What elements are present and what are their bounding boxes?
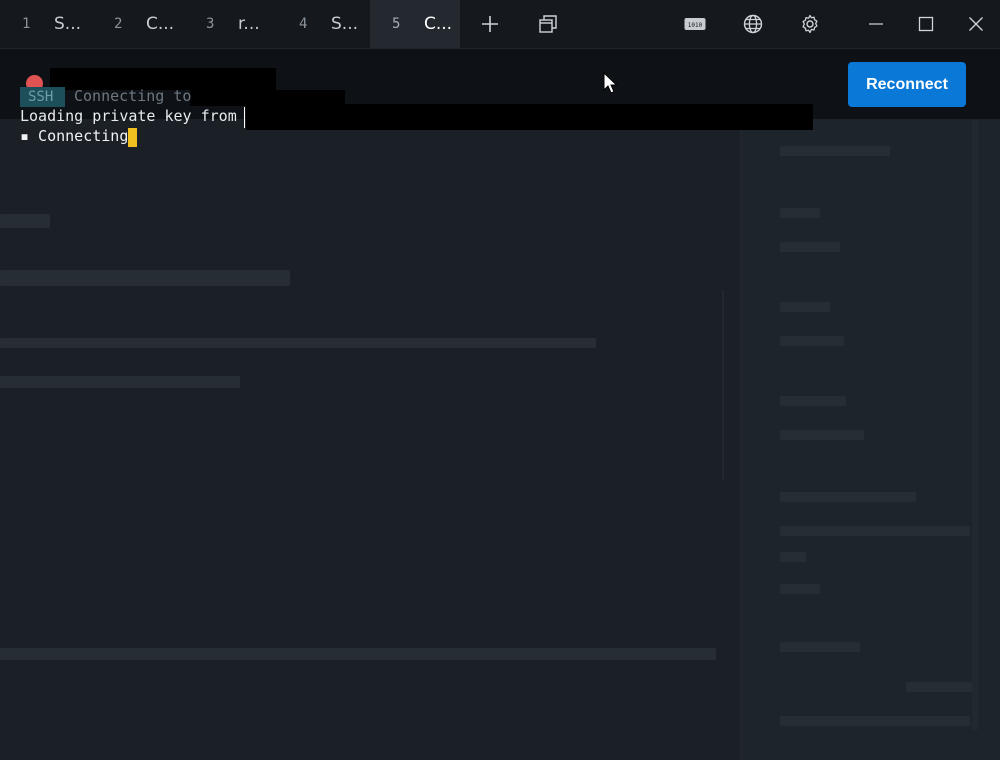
- connecting-to-text: Connecting to: [74, 87, 192, 105]
- tab-title: C...: [146, 14, 175, 34]
- maximize-icon[interactable]: [914, 12, 938, 36]
- scrollbar[interactable]: [972, 120, 978, 730]
- ghost-text: [0, 214, 50, 228]
- ghost-text: [780, 492, 916, 502]
- ghost-text: [780, 146, 890, 156]
- ghost-text: [780, 642, 860, 652]
- tab-1[interactable]: 1 S...: [0, 0, 90, 48]
- ghost-text: [780, 208, 820, 218]
- tab-3[interactable]: 3 r...: [184, 0, 274, 48]
- close-icon[interactable]: [964, 12, 988, 36]
- ghost-text: [0, 648, 716, 660]
- tab-2[interactable]: 2 C...: [92, 0, 182, 48]
- ghost-text: [780, 430, 864, 440]
- svg-text:1010: 1010: [688, 22, 703, 29]
- tab-number: 4: [299, 16, 308, 32]
- divider: [722, 290, 724, 480]
- ghost-text: [780, 302, 830, 312]
- tab-4[interactable]: 4 S...: [277, 0, 367, 48]
- text-caret: [244, 107, 245, 128]
- reconnect-button[interactable]: Reconnect: [848, 62, 966, 107]
- tab-bar: 1 S... 2 C... 3 r... 4 S... 5 C... 1010: [0, 0, 1000, 49]
- tab-number: 5: [392, 16, 401, 32]
- windows-stack-icon[interactable]: [536, 12, 560, 36]
- gear-icon[interactable]: [798, 12, 822, 36]
- plus-icon[interactable]: [478, 12, 502, 36]
- tab-number: 1: [22, 16, 31, 32]
- ghost-text: [780, 716, 970, 726]
- ghost-text: [0, 376, 240, 388]
- ghost-text: [780, 584, 820, 594]
- terminal-cursor: [128, 128, 137, 147]
- redacted-block: [246, 104, 813, 130]
- tab-title: C...: [424, 14, 453, 34]
- minimize-icon[interactable]: [864, 12, 888, 36]
- ghost-text: [780, 526, 970, 536]
- tab-5[interactable]: 5 C...: [370, 0, 460, 48]
- tab-title: S...: [331, 14, 359, 34]
- tab-title: r...: [238, 14, 260, 34]
- binary-keyboard-icon[interactable]: 1010: [683, 12, 707, 36]
- ghost-text: [780, 396, 846, 406]
- ghost-text: [780, 336, 844, 346]
- loading-key-text: Loading private key from: [20, 107, 237, 125]
- ghost-text: [0, 338, 596, 348]
- ghost-text: [0, 270, 290, 286]
- side-panel-ghost: [740, 119, 1000, 760]
- ssh-badge: SSH: [20, 87, 65, 107]
- ghost-text: [780, 552, 806, 562]
- globe-icon[interactable]: [741, 12, 765, 36]
- connecting-status-text: ▪ Connecting: [20, 127, 129, 145]
- tab-number: 2: [114, 16, 123, 32]
- tab-title: S...: [54, 14, 82, 34]
- mouse-pointer-icon: [603, 71, 618, 98]
- ghost-text: [906, 682, 972, 692]
- ghost-text: [780, 242, 840, 252]
- tab-number: 3: [206, 16, 215, 32]
